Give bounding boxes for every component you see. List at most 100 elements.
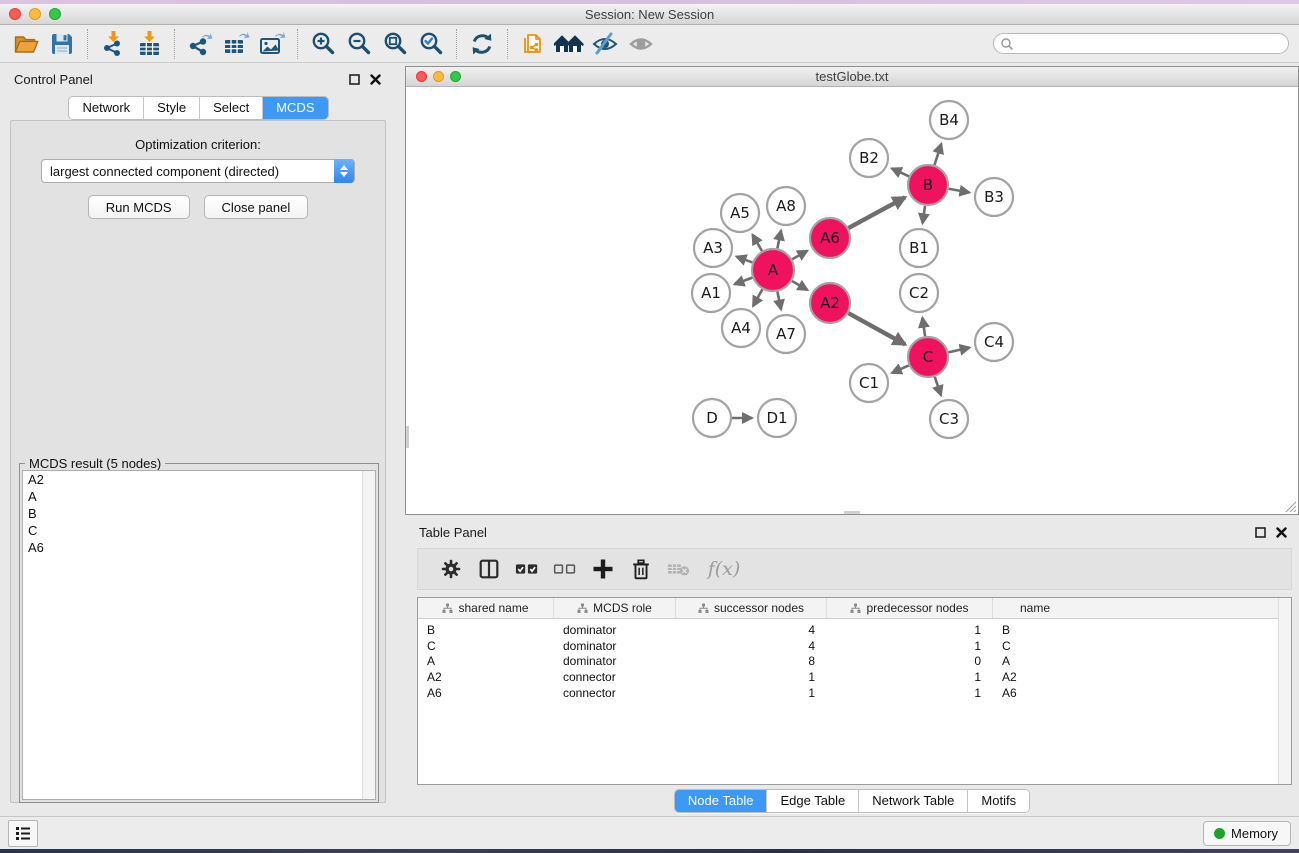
table-row[interactable]: Adominator80A <box>418 654 1291 670</box>
edge-A-A1[interactable] <box>734 278 752 285</box>
zoom-out-icon[interactable] <box>341 27 377 61</box>
node-A2[interactable]: A2 <box>810 283 850 323</box>
table-tab-network-table[interactable]: Network Table <box>859 790 968 812</box>
table-tab-motifs[interactable]: Motifs <box>968 790 1029 812</box>
column-header-shared-name[interactable]: shared name <box>418 598 554 618</box>
zoom-selected-icon[interactable] <box>413 27 449 61</box>
edge-A-A3[interactable] <box>736 257 752 263</box>
optimization-criterion-select[interactable]: largest connected component (directed) <box>41 159 355 183</box>
edge-C-C4[interactable] <box>948 348 969 353</box>
result-list-scrollbar[interactable] <box>362 471 375 799</box>
export-network-icon[interactable] <box>182 27 218 61</box>
float-table-panel-icon[interactable] <box>1255 527 1266 538</box>
search-input[interactable] <box>1014 35 1288 52</box>
window-resize-grip[interactable] <box>1283 499 1297 513</box>
mcds-result-item[interactable]: B <box>23 505 375 522</box>
mcds-result-item[interactable]: A2 <box>23 471 375 488</box>
edge-A2-C[interactable] <box>848 313 905 344</box>
show-all-icon[interactable] <box>623 27 659 61</box>
tab-style[interactable]: Style <box>144 97 200 119</box>
mcds-result-item[interactable]: C <box>23 522 375 539</box>
edge-C-C3[interactable] <box>935 377 941 395</box>
column-header-name[interactable]: name <box>993 598 1077 618</box>
table-row[interactable]: A2connector11A2 <box>418 669 1291 685</box>
import-network-icon[interactable] <box>95 27 131 61</box>
float-panel-icon[interactable] <box>349 74 360 85</box>
edge-A6-B[interactable] <box>848 197 905 228</box>
node-A3[interactable]: A3 <box>694 229 732 267</box>
column-header-successor-nodes[interactable]: successor nodes <box>676 598 827 618</box>
edge-C-C1[interactable] <box>892 365 909 372</box>
close-panel-button[interactable]: Close panel <box>204 195 309 219</box>
tab-select[interactable]: Select <box>200 97 263 119</box>
node-A1[interactable]: A1 <box>692 274 730 312</box>
zoom-in-icon[interactable] <box>305 27 341 61</box>
node-C2[interactable]: C2 <box>900 274 938 312</box>
edge-A-A6[interactable] <box>792 251 807 260</box>
node-B3[interactable]: B3 <box>975 178 1013 216</box>
network-canvas[interactable]: AA1A2A3A4A5A6A7A8BB1B2B3B4CC1C2C3C4DD1 <box>406 87 1298 514</box>
settings-gear-icon[interactable] <box>432 551 470 587</box>
add-column-icon[interactable] <box>584 551 622 587</box>
import-table-icon[interactable] <box>131 27 167 61</box>
table-scrollbar[interactable] <box>1278 598 1291 784</box>
network-window-titlebar[interactable]: testGlobe.txt <box>406 67 1298 87</box>
edge-B-B4[interactable] <box>934 144 941 165</box>
edge-B-B2[interactable] <box>892 168 909 176</box>
close-panel-icon[interactable] <box>370 74 381 85</box>
network-vertical-scrollbar[interactable] <box>406 426 409 448</box>
mcds-result-item[interactable]: A <box>23 488 375 505</box>
node-table[interactable]: shared nameMCDS rolesuccessor nodesprede… <box>417 597 1292 785</box>
node-C3[interactable]: C3 <box>930 400 968 438</box>
hide-selected-icon[interactable] <box>587 27 623 61</box>
edge-C-C2[interactable] <box>922 318 925 336</box>
close-table-panel-icon[interactable] <box>1276 527 1287 538</box>
node-B2[interactable]: B2 <box>850 139 888 177</box>
node-A4[interactable]: A4 <box>722 309 760 347</box>
search-field[interactable] <box>993 33 1289 54</box>
node-A7[interactable]: A7 <box>767 315 805 353</box>
first-neighbors-icon[interactable] <box>551 27 587 61</box>
new-network-from-selection-icon[interactable] <box>515 27 551 61</box>
select-all-checkboxes-icon[interactable] <box>508 551 546 587</box>
network-horizontal-scrollbar[interactable] <box>844 511 860 514</box>
column-header-predecessor-nodes[interactable]: predecessor nodes <box>827 598 993 618</box>
save-session-icon[interactable] <box>44 27 80 61</box>
node-C1[interactable]: C1 <box>850 364 888 402</box>
tab-mcds[interactable]: MCDS <box>263 97 327 119</box>
node-C4[interactable]: C4 <box>975 323 1013 361</box>
node-C[interactable]: C <box>908 337 948 377</box>
mcds-result-list[interactable]: A2ABCA6 <box>22 470 376 800</box>
show-columns-icon[interactable] <box>470 551 508 587</box>
export-table-icon[interactable] <box>218 27 254 61</box>
edge-A-A5[interactable] <box>753 235 762 251</box>
node-A5[interactable]: A5 <box>721 194 759 232</box>
table-tab-node-table[interactable]: Node Table <box>675 790 768 812</box>
node-A[interactable]: A <box>752 249 794 291</box>
edge-A-A7[interactable] <box>777 292 781 310</box>
table-row[interactable]: A6connector11A6 <box>418 685 1291 701</box>
mcds-result-item[interactable]: A6 <box>23 539 375 556</box>
delete-column-icon[interactable] <box>622 551 660 587</box>
node-B4[interactable]: B4 <box>930 101 968 139</box>
edge-A-A8[interactable] <box>777 230 781 248</box>
deselect-all-checkboxes-icon[interactable] <box>546 551 584 587</box>
edge-B-B3[interactable] <box>949 189 970 193</box>
column-header-mcds-role[interactable]: MCDS role <box>554 598 676 618</box>
memory-button[interactable]: Memory <box>1203 821 1291 846</box>
table-row[interactable]: Cdominator41C <box>418 638 1291 654</box>
node-D1[interactable]: D1 <box>758 399 796 437</box>
tab-network[interactable]: Network <box>69 97 144 119</box>
open-session-icon[interactable] <box>8 27 44 61</box>
apply-preferred-layout-icon[interactable] <box>464 27 500 61</box>
export-image-icon[interactable] <box>254 27 290 61</box>
node-B1[interactable]: B1 <box>900 229 938 267</box>
zoom-fit-icon[interactable] <box>377 27 413 61</box>
node-B[interactable]: B <box>908 165 948 205</box>
node-D[interactable]: D <box>693 399 731 437</box>
task-history-button[interactable] <box>8 820 38 847</box>
node-A8[interactable]: A8 <box>767 187 805 225</box>
edge-A-A4[interactable] <box>753 289 762 306</box>
run-mcds-button[interactable]: Run MCDS <box>88 195 190 219</box>
edge-B-B1[interactable] <box>923 206 925 223</box>
